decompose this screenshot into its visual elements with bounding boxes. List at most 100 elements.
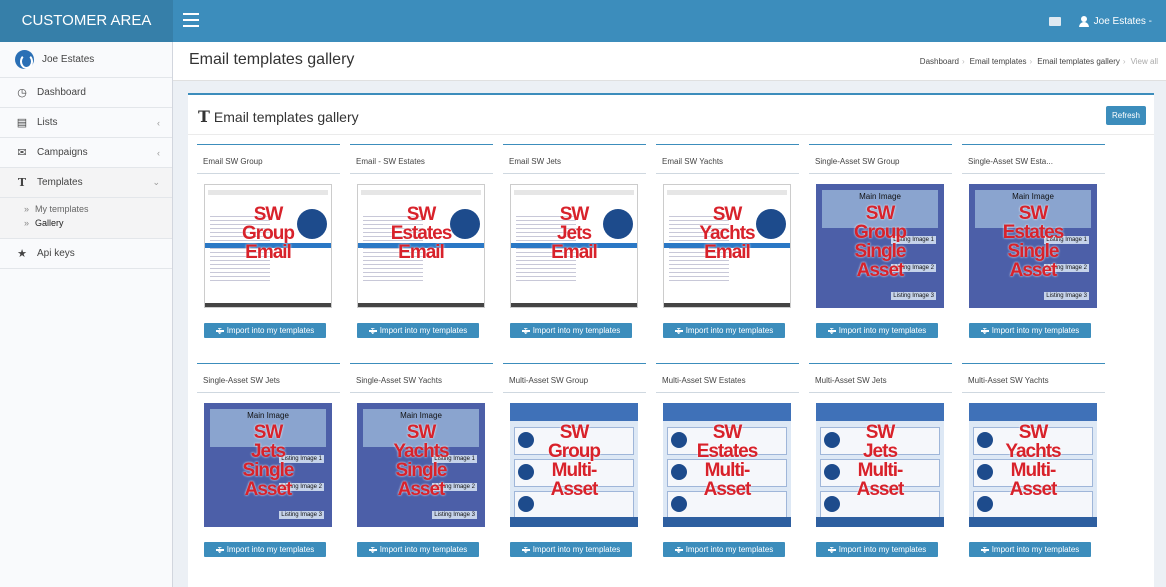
overlay-line: Email	[245, 242, 292, 263]
overlay-line: Email	[704, 242, 751, 263]
dashboard-icon: ◷	[17, 87, 27, 99]
import-template-button[interactable]: ↧ Import into my templates	[663, 323, 785, 338]
download-icon: ↧	[827, 324, 836, 336]
sidebar-subitem-gallery[interactable]: » Gallery	[24, 216, 172, 230]
overlay-line: SW	[865, 203, 896, 224]
template-card: Multi-Asset SW Group SW Group Multi- Asset ↧ I…	[503, 363, 646, 561]
listing-label: Listing Image 3	[1044, 292, 1089, 300]
overlay-line: Estates	[1002, 222, 1065, 243]
sidebar-item-dashboard[interactable]: ◷ Dashboard	[0, 78, 172, 108]
sidebar-subitem-label: Gallery	[35, 218, 64, 228]
overlay-line: SW	[559, 204, 590, 225]
content-header: Email templates gallery Dashboard › Emai…	[173, 42, 1166, 81]
sidebar: Joe Estates ◷ Dashboard ▤ Lists ‹ ✉ Camp…	[0, 42, 173, 587]
star-icon: ★	[17, 248, 27, 260]
sidebar-item-label: Campaigns	[37, 147, 88, 158]
sidebar-item-lists[interactable]: ▤ Lists ‹	[0, 108, 172, 138]
breadcrumb-dashboard[interactable]: Dashboard	[920, 57, 959, 66]
brand-logo[interactable]: CUSTOMER AREA	[0, 0, 173, 42]
sidebar-item-templates[interactable]: T Templates ⌄	[0, 168, 172, 198]
download-icon: ↧	[215, 324, 224, 336]
template-preview-image[interactable]: SW Group Email	[204, 184, 332, 308]
download-icon: ↧	[674, 543, 683, 555]
sidebar-item-campaigns[interactable]: ✉ Campaigns ‹	[0, 138, 172, 168]
import-template-button[interactable]: ↧ Import into my templates	[357, 542, 479, 557]
import-template-button[interactable]: ↧ Import into my templates	[204, 542, 326, 557]
breadcrumb-view-all[interactable]: View all	[1131, 57, 1158, 66]
template-card: Multi-Asset SW Yachts SW Yachts Multi- Asset…	[962, 363, 1105, 561]
import-button-label: Import into my templates	[532, 545, 621, 554]
import-button-label: Import into my templates	[991, 326, 1080, 335]
template-preview-image[interactable]: SW Yachts Email	[663, 184, 791, 308]
overlay-line: Group	[854, 222, 907, 243]
template-preview-image[interactable]: SW Jets Multi- Asset	[816, 403, 944, 527]
import-template-button[interactable]: ↧ Import into my templates	[510, 542, 632, 557]
envelope-icon: ✉	[17, 147, 27, 159]
overlay-line: Multi-	[1010, 460, 1057, 481]
overlay-line: Single	[395, 460, 447, 481]
template-preview-image[interactable]: SW Group Multi- Asset	[510, 403, 638, 527]
overlay-line: Yachts	[393, 441, 449, 462]
import-template-button[interactable]: ↧ Import into my templates	[816, 323, 938, 338]
template-overlay-text: SW Jets Multi- Asset	[816, 423, 944, 499]
import-template-button[interactable]: ↧ Import into my templates	[663, 542, 785, 557]
breadcrumb-separator: ›	[1122, 57, 1126, 66]
overlay-line: SW	[559, 422, 590, 443]
template-preview-image[interactable]: Main Image Listing Image 1 Listing Image 2…	[816, 184, 944, 308]
template-preview-image[interactable]: SW Yachts Multi- Asset	[969, 403, 1097, 527]
overlay-line: Jets	[862, 441, 898, 462]
chevron-left-icon: ‹	[157, 117, 160, 128]
template-overlay-text: SW Yachts Email	[664, 205, 790, 262]
refresh-button[interactable]: Refresh	[1105, 106, 1146, 125]
overlay-line: Group	[242, 223, 295, 244]
import-button-label: Import into my templates	[838, 326, 927, 335]
template-preview-image[interactable]: SW Jets Email	[510, 184, 638, 308]
main-image-label: Main Image	[247, 411, 289, 420]
import-template-button[interactable]: ↧ Import into my templates	[510, 323, 632, 338]
overlay-line: Asset	[244, 479, 293, 500]
template-overlay-text: SW Group Multi- Asset	[510, 423, 638, 499]
sidebar-item-label: Dashboard	[37, 87, 86, 98]
breadcrumb-current: Email templates gallery	[1037, 57, 1120, 66]
template-name: Single-Asset SW Esta...	[962, 144, 1105, 174]
overlay-line: Asset	[856, 479, 905, 500]
overlay-line: Email	[551, 242, 598, 263]
overlay-line: Asset	[856, 260, 905, 281]
sidebar-subitem-my-templates[interactable]: » My templates	[24, 202, 172, 216]
import-template-button[interactable]: ↧ Import into my templates	[204, 323, 326, 338]
sidebar-toggle-icon[interactable]	[183, 13, 199, 27]
template-name: Single-Asset SW Jets	[197, 363, 340, 393]
import-template-button[interactable]: ↧ Import into my templates	[969, 542, 1091, 557]
template-overlay-text: SW Group Email	[205, 205, 331, 262]
double-chevron-icon: »	[24, 204, 30, 214]
import-template-button[interactable]: ↧ Import into my templates	[816, 542, 938, 557]
template-card: Single-Asset SW Group Main Image Listing I…	[809, 144, 952, 342]
overlay-line: Asset	[1009, 479, 1058, 500]
user-menu[interactable]: Joe Estates -	[1094, 16, 1152, 27]
page-title: Email templates gallery	[189, 51, 355, 68]
template-preview-image[interactable]: Main Image Listing Image 1 Listing Image 2…	[969, 184, 1097, 308]
template-name: Email SW Group	[197, 144, 340, 174]
user-icon	[1078, 15, 1089, 27]
import-button-label: Import into my templates	[685, 326, 774, 335]
template-card: Single-Asset SW Yachts Main Image Listing …	[350, 363, 493, 561]
overlay-line: Single	[242, 460, 294, 481]
template-preview-image[interactable]: Main Image Listing Image 1 Listing Image 2…	[357, 403, 485, 527]
download-icon: ↧	[980, 543, 989, 555]
template-name: Single-Asset SW Yachts	[350, 363, 493, 393]
messages-icon[interactable]	[1048, 16, 1061, 26]
template-preview-image[interactable]: Main Image Listing Image 1 Listing Image 2…	[204, 403, 332, 527]
download-icon: ↧	[521, 324, 530, 336]
box-title-text: Email templates gallery	[213, 108, 359, 125]
import-template-button[interactable]: ↧ Import into my templates	[357, 323, 479, 338]
import-template-button[interactable]: ↧ Import into my templates	[969, 323, 1091, 338]
overlay-line: Asset	[703, 479, 752, 500]
template-preview-image[interactable]: SW Estates Multi- Asset	[663, 403, 791, 527]
import-button-label: Import into my templates	[379, 545, 468, 554]
breadcrumb-email-templates[interactable]: Email templates	[970, 57, 1027, 66]
sidebar-item-api-keys[interactable]: ★ Api keys	[0, 239, 172, 269]
sidebar-subitem-label: My templates	[35, 204, 89, 214]
template-preview-image[interactable]: SW Estates Email	[357, 184, 485, 308]
download-icon: ↧	[980, 324, 989, 336]
box-header: T Email templates gallery Refresh	[188, 95, 1154, 135]
